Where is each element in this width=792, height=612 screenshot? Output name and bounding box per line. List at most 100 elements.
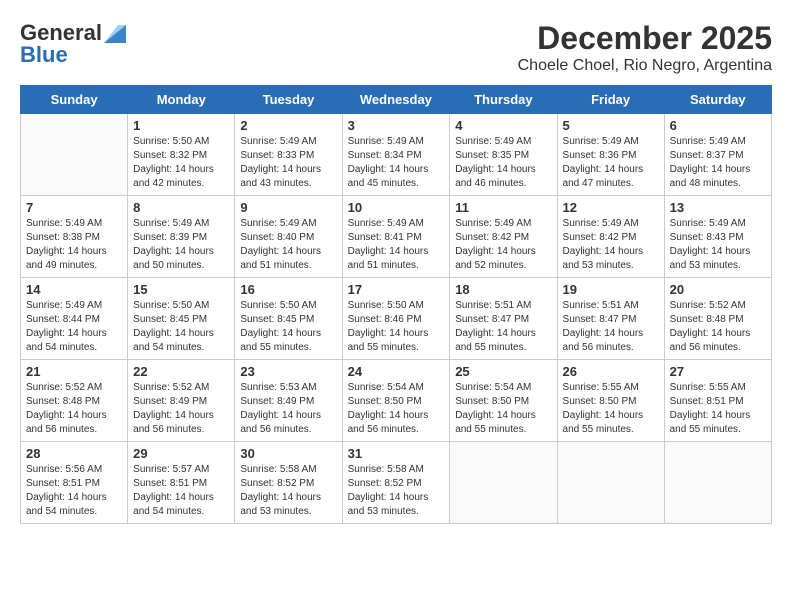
sunset-text: Sunset: 8:34 PM xyxy=(348,150,422,161)
weekday-header: Wednesday xyxy=(342,86,450,114)
day-number: 6 xyxy=(670,118,766,133)
daylight-text: Daylight: 14 hours and 53 minutes. xyxy=(670,246,751,271)
calendar-cell: 13Sunrise: 5:49 AMSunset: 8:43 PMDayligh… xyxy=(664,196,771,278)
calendar-cell xyxy=(664,442,771,524)
sunset-text: Sunset: 8:45 PM xyxy=(240,314,314,325)
cell-content: Sunrise: 5:58 AMSunset: 8:52 PMDaylight:… xyxy=(240,463,336,519)
sunrise-text: Sunrise: 5:55 AM xyxy=(563,382,639,393)
daylight-text: Daylight: 14 hours and 53 minutes. xyxy=(563,246,644,271)
cell-content: Sunrise: 5:52 AMSunset: 8:49 PMDaylight:… xyxy=(133,381,229,437)
sunset-text: Sunset: 8:39 PM xyxy=(133,232,207,243)
day-number: 30 xyxy=(240,446,336,461)
cell-content: Sunrise: 5:50 AMSunset: 8:46 PMDaylight:… xyxy=(348,299,445,355)
day-number: 31 xyxy=(348,446,445,461)
day-number: 5 xyxy=(563,118,659,133)
cell-content: Sunrise: 5:50 AMSunset: 8:45 PMDaylight:… xyxy=(133,299,229,355)
daylight-text: Daylight: 14 hours and 43 minutes. xyxy=(240,164,321,189)
cell-content: Sunrise: 5:56 AMSunset: 8:51 PMDaylight:… xyxy=(26,463,122,519)
sunset-text: Sunset: 8:40 PM xyxy=(240,232,314,243)
sunrise-text: Sunrise: 5:52 AM xyxy=(133,382,209,393)
cell-content: Sunrise: 5:49 AMSunset: 8:41 PMDaylight:… xyxy=(348,217,445,273)
cell-content: Sunrise: 5:55 AMSunset: 8:51 PMDaylight:… xyxy=(670,381,766,437)
sunrise-text: Sunrise: 5:52 AM xyxy=(670,300,746,311)
sunrise-text: Sunrise: 5:58 AM xyxy=(348,464,424,475)
sunset-text: Sunset: 8:48 PM xyxy=(26,396,100,407)
calendar-cell: 31Sunrise: 5:58 AMSunset: 8:52 PMDayligh… xyxy=(342,442,450,524)
sunset-text: Sunset: 8:44 PM xyxy=(26,314,100,325)
weekday-header: Tuesday xyxy=(235,86,342,114)
daylight-text: Daylight: 14 hours and 55 minutes. xyxy=(348,328,429,353)
calendar-week-row: 1Sunrise: 5:50 AMSunset: 8:32 PMDaylight… xyxy=(21,114,772,196)
daylight-text: Daylight: 14 hours and 50 minutes. xyxy=(133,246,214,271)
calendar-cell: 30 Sunrise: 5:58 AMSunset: 8:52 PMDayligh… xyxy=(235,442,342,524)
calendar-cell xyxy=(21,114,128,196)
calendar-cell: 1Sunrise: 5:50 AMSunset: 8:32 PMDaylight… xyxy=(128,114,235,196)
logo-icon xyxy=(104,25,126,43)
day-number: 9 xyxy=(240,200,336,215)
title-area: December 2025 Choele Choel, Rio Negro, A… xyxy=(518,20,772,75)
calendar-cell: 19 Sunrise: 5:51 AM Sunset: 8:47 PM Dayligh… xyxy=(557,278,664,360)
calendar-cell: 10Sunrise: 5:49 AMSunset: 8:41 PMDayligh… xyxy=(342,196,450,278)
daylight-text: Daylight: 14 hours and 56 minutes. xyxy=(133,410,214,435)
day-number: 15 xyxy=(133,282,229,297)
sunset-text: Sunset: 8:36 PM xyxy=(563,150,637,161)
weekday-header: Monday xyxy=(128,86,235,114)
sunset-text: Sunset: 8:32 PM xyxy=(133,150,207,161)
calendar-cell: 7Sunrise: 5:49 AMSunset: 8:38 PMDaylight… xyxy=(21,196,128,278)
day-number: 13 xyxy=(670,200,766,215)
sunrise-text: Sunrise: 5:53 AM xyxy=(240,382,316,393)
sunset-text: Sunset: 8:46 PM xyxy=(348,314,422,325)
sunrise-text: Sunrise: 5:49 AM xyxy=(240,218,316,229)
sunset-text: Sunset: 8:35 PM xyxy=(455,150,529,161)
daylight-text: Daylight: 14 hours and 56 minutes. xyxy=(348,410,429,435)
cell-content: Sunrise: 5:49 AMSunset: 8:38 PMDaylight:… xyxy=(26,217,122,273)
sunset-text: Sunset: 8:51 PM xyxy=(26,478,100,489)
sunrise-text: Sunrise: 5:52 AM xyxy=(26,382,102,393)
day-number: 23 xyxy=(240,364,336,379)
day-number: 2 xyxy=(240,118,336,133)
sunrise-text: Sunrise: 5:49 AM xyxy=(348,218,424,229)
sunrise-text: Sunrise: 5:49 AM xyxy=(240,136,316,147)
calendar-cell: 5Sunrise: 5:49 AMSunset: 8:36 PMDaylight… xyxy=(557,114,664,196)
daylight-text: Daylight: 14 hours and 56 minutes. xyxy=(670,328,751,353)
calendar-cell: 16Sunrise: 5:50 AMSunset: 8:45 PMDayligh… xyxy=(235,278,342,360)
cell-content: Sunrise: 5:52 AMSunset: 8:48 PMDaylight:… xyxy=(26,381,122,437)
sunrise-text: Sunrise: 5:51 AM xyxy=(563,300,639,311)
calendar-cell: 14Sunrise: 5:49 AMSunset: 8:44 PMDayligh… xyxy=(21,278,128,360)
daylight-text: Daylight: 14 hours and 55 minutes. xyxy=(455,328,536,353)
sunrise-text: Sunrise: 5:49 AM xyxy=(563,136,639,147)
day-number: 18 xyxy=(455,282,551,297)
weekday-header: Thursday xyxy=(450,86,557,114)
daylight-text: Daylight: 14 hours and 56 minutes. xyxy=(563,328,644,353)
cell-content: Sunrise: 5:54 AMSunset: 8:50 PMDaylight:… xyxy=(348,381,445,437)
sunrise-text: Sunrise: 5:49 AM xyxy=(670,136,746,147)
sunset-text: Sunset: 8:49 PM xyxy=(240,396,314,407)
daylight-text: Daylight: 14 hours and 55 minutes. xyxy=(455,410,536,435)
sunrise-text: Sunrise: 5:49 AM xyxy=(348,136,424,147)
day-number: 3 xyxy=(348,118,445,133)
day-number: 24 xyxy=(348,364,445,379)
calendar-cell: 26Sunrise: 5:55 AMSunset: 8:50 PMDayligh… xyxy=(557,360,664,442)
cell-content: Sunrise: 5:50 AMSunset: 8:45 PMDaylight:… xyxy=(240,299,336,355)
calendar-cell: 28Sunrise: 5:56 AMSunset: 8:51 PMDayligh… xyxy=(21,442,128,524)
sunset-text: Sunset: 8:47 PM xyxy=(563,314,637,325)
sunrise-text: Sunrise: 5:49 AM xyxy=(133,218,209,229)
cell-content: Sunrise: 5:50 AMSunset: 8:32 PMDaylight:… xyxy=(133,135,229,191)
sunset-text: Sunset: 8:52 PM xyxy=(348,478,422,489)
day-number: 14 xyxy=(26,282,122,297)
daylight-text: Daylight: 14 hours and 46 minutes. xyxy=(455,164,536,189)
sunset-text: Sunset: 8:48 PM xyxy=(670,314,744,325)
sunrise-text: Sunrise: 5:54 AM xyxy=(455,382,531,393)
daylight-text: Daylight: 14 hours and 53 minutes. xyxy=(240,492,321,517)
cell-content: Sunrise: 5:49 AMSunset: 8:40 PMDaylight:… xyxy=(240,217,336,273)
sunrise-text: Sunrise: 5:50 AM xyxy=(240,300,316,311)
calendar-cell: 2 Sunrise: 5:49 AMSunset: 8:33 PMDaylight… xyxy=(235,114,342,196)
daylight-text: Daylight: 14 hours and 54 minutes. xyxy=(133,492,214,517)
day-number: 19 xyxy=(563,282,659,297)
calendar-cell: 24 Sunrise: 5:54 AMSunset: 8:50 PMDayligh… xyxy=(342,360,450,442)
sunrise-text: Sunrise: 5:56 AM xyxy=(26,464,102,475)
calendar-cell xyxy=(450,442,557,524)
cell-content: Sunrise: 5:49 AMSunset: 8:33 PMDaylight:… xyxy=(240,135,336,191)
cell-content: Sunrise: 5:49 AMSunset: 8:42 PMDaylight:… xyxy=(563,217,659,273)
sunset-text: Sunset: 8:52 PM xyxy=(240,478,314,489)
